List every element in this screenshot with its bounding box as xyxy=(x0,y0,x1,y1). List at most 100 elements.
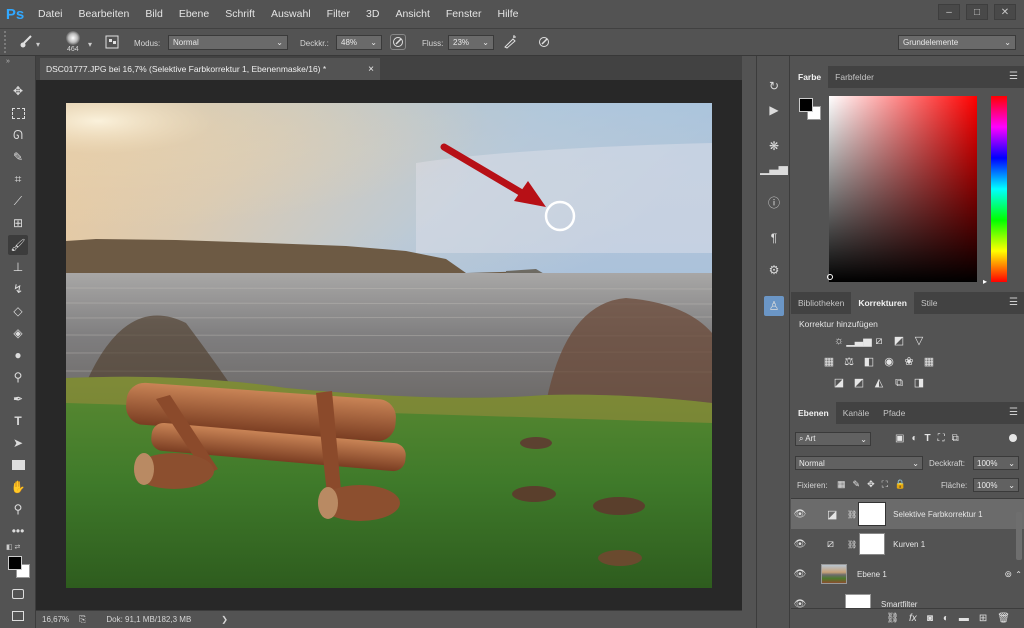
glyphs-icon[interactable]: ⚙ xyxy=(764,260,784,280)
path-select-icon[interactable]: ➤ xyxy=(8,433,28,453)
gradient-map-icon[interactable]: ⧉ xyxy=(891,376,907,390)
link-layers-icon[interactable]: ⛓ xyxy=(886,613,899,624)
filter-adjustment-icon[interactable]: ◐ xyxy=(911,433,917,444)
chain-link-icon[interactable]: ⛓ xyxy=(847,510,857,519)
healing-icon[interactable]: ⊞ xyxy=(8,213,28,233)
menu-auswahl[interactable]: Auswahl xyxy=(263,0,319,28)
character-icon[interactable]: ¶ xyxy=(764,228,784,248)
black-white-icon[interactable]: ◧ xyxy=(861,354,877,368)
menu-datei[interactable]: Datei xyxy=(30,0,71,28)
tab-farbfelder[interactable]: Farbfelder xyxy=(828,66,881,88)
filter-pixel-icon[interactable]: ▣ xyxy=(895,433,904,444)
screen-mode-icon[interactable] xyxy=(8,606,28,626)
dodge-icon[interactable]: ⚲ xyxy=(8,367,28,387)
foreground-color-swatch[interactable] xyxy=(8,556,22,570)
airbrush-icon[interactable] xyxy=(502,34,518,50)
quick-mask-icon[interactable] xyxy=(8,584,28,604)
filter-shape-icon[interactable]: ⛶ xyxy=(938,433,945,444)
tab-farbe[interactable]: Farbe xyxy=(791,66,829,88)
info-icon[interactable]: ⓘ xyxy=(764,192,784,212)
curves-icon[interactable]: ⧄ xyxy=(871,334,887,348)
levels-icon[interactable]: ▁▃▅ xyxy=(846,333,871,347)
restore-button[interactable]: □ xyxy=(966,4,988,20)
chevron-down-icon[interactable]: ▾ xyxy=(36,40,40,49)
layer-thumbnail[interactable] xyxy=(821,564,847,584)
menu-ansicht[interactable]: Ansicht xyxy=(387,0,437,28)
canvas-area[interactable] xyxy=(36,80,742,610)
document-image[interactable] xyxy=(66,103,712,588)
pressure-size-icon[interactable] xyxy=(536,34,552,50)
menu-ebene[interactable]: Ebene xyxy=(171,0,217,28)
history-icon[interactable]: ↻ xyxy=(764,76,784,96)
stamp-icon[interactable]: ⊥ xyxy=(8,257,28,277)
adjustment-layer-icon[interactable]: ◐ xyxy=(943,613,949,624)
layer-style-icon[interactable]: fx xyxy=(909,613,917,624)
menu-bild[interactable]: Bild xyxy=(137,0,171,28)
menu-fenster[interactable]: Fenster xyxy=(438,0,490,28)
blur-icon[interactable]: ● xyxy=(8,345,28,365)
visibility-eye-icon[interactable]: 👁 xyxy=(791,539,809,550)
chevron-down-icon[interactable]: ▾ xyxy=(88,40,92,49)
eyedropper-icon[interactable]: ⟋ xyxy=(8,191,28,211)
layer-name[interactable]: Selektive Farbkorrektur 1 xyxy=(893,510,982,519)
histogram-icon[interactable]: ▁▃▅ xyxy=(760,158,788,178)
color-balance-icon[interactable]: ⚖ xyxy=(841,354,857,368)
lasso-icon[interactable]: ᘏ xyxy=(8,125,28,145)
layer-row[interactable]: 👁 Smartfilter xyxy=(791,589,1024,610)
options-grip[interactable] xyxy=(4,31,10,53)
lock-artboard-icon[interactable]: ⛶ xyxy=(882,479,888,490)
libraries-icon[interactable]: ♙ xyxy=(764,296,784,316)
pressure-opacity-icon[interactable] xyxy=(390,34,406,50)
vibrance-icon[interactable]: ▽ xyxy=(911,333,927,347)
flow-field[interactable]: 23% ⌄ xyxy=(448,35,494,50)
trash-icon[interactable]: 🗑 xyxy=(997,613,1010,624)
chain-link-icon[interactable]: ⛓ xyxy=(847,540,857,549)
layers-scrollbar[interactable] xyxy=(1016,512,1022,560)
color-picker-marker[interactable] xyxy=(827,274,833,280)
minimize-button[interactable]: – xyxy=(938,4,960,20)
zoom-icon[interactable]: ⚲ xyxy=(8,499,28,519)
workspace-select[interactable]: Grundelemente ⌄ xyxy=(898,35,1016,50)
expand-arrow-icon[interactable]: ⌃ xyxy=(1015,570,1022,579)
menu-filter[interactable]: Filter xyxy=(319,0,358,28)
quick-select-icon[interactable]: ✎ xyxy=(8,147,28,167)
layer-name[interactable]: Ebene 1 xyxy=(857,570,887,579)
export-icon[interactable]: ⎘ xyxy=(79,614,86,625)
menu-schrift[interactable]: Schrift xyxy=(217,0,263,28)
selective-color-icon[interactable]: ◨ xyxy=(911,375,927,389)
visibility-eye-icon[interactable]: 👁 xyxy=(791,569,809,580)
rectangle-icon[interactable] xyxy=(8,455,28,475)
document-tab[interactable]: DSC01777.JPG bei 16,7% (Selektive Farbko… xyxy=(40,58,380,80)
layer-row[interactable]: 👁 ◪ ⛓ Selektive Farbkorrektur 1 xyxy=(791,499,1024,529)
brightness-icon[interactable]: ☼ xyxy=(831,334,847,348)
photo-filter-icon[interactable]: ◉ xyxy=(881,354,897,368)
layer-filter-select[interactable]: ⌕ Art ⌄ xyxy=(795,432,871,446)
more-icon[interactable]: ••• xyxy=(8,521,28,541)
threshold-icon[interactable]: ◭ xyxy=(871,375,887,389)
tab-pfade[interactable]: Pfade xyxy=(876,402,912,424)
tab-ebenen[interactable]: Ebenen xyxy=(791,402,836,424)
lock-pixels-icon[interactable]: ✎ xyxy=(853,479,861,490)
lock-position-icon[interactable]: ✥ xyxy=(867,479,875,490)
color-lookup-icon[interactable]: ▦ xyxy=(921,354,937,368)
default-colors-icon[interactable]: ◧ ⇄ xyxy=(6,543,20,551)
hue-slider[interactable] xyxy=(991,96,1007,282)
layer-mask-thumbnail[interactable] xyxy=(859,533,886,555)
posterize-icon[interactable]: ◩ xyxy=(851,375,867,389)
new-layer-icon[interactable]: ⊞ xyxy=(979,613,987,624)
marquee-icon[interactable] xyxy=(8,103,28,123)
hue-slider-handle[interactable]: ▸ xyxy=(983,277,987,286)
menu-hilfe[interactable]: Hilfe xyxy=(490,0,527,28)
visibility-eye-icon[interactable]: 👁 xyxy=(791,509,809,520)
menu-bearbeiten[interactable]: Bearbeiten xyxy=(71,0,138,28)
tab-close-icon[interactable]: × xyxy=(368,64,374,75)
invert-icon[interactable]: ◪ xyxy=(831,375,847,389)
hue-saturation-icon[interactable]: ▦ xyxy=(821,354,837,368)
panel-menu-icon[interactable]: ☰ xyxy=(1009,297,1018,308)
mode-select[interactable]: Normal ⌄ xyxy=(168,35,288,50)
brush-icon[interactable]: 🖌 xyxy=(8,235,28,255)
layer-row[interactable]: 👁 Ebene 1 ⊚ ⌃ xyxy=(791,559,1024,589)
collapse-icon[interactable]: » xyxy=(6,58,10,65)
panel-menu-icon[interactable]: ☰ xyxy=(1009,71,1018,82)
close-button[interactable]: ✕ xyxy=(994,4,1016,20)
